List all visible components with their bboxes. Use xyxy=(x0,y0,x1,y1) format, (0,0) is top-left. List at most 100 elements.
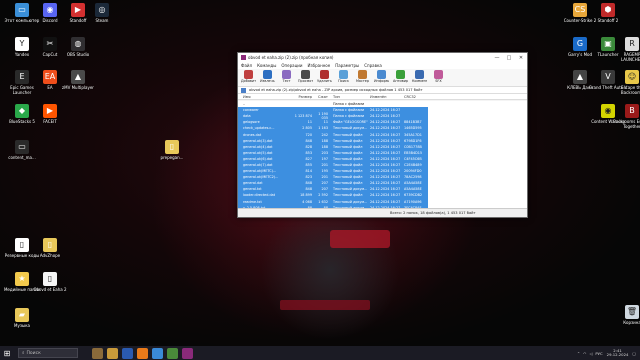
menu-item-4[interactable]: Параметры xyxy=(335,63,359,68)
start-button[interactable]: ⊞ xyxy=(0,346,14,360)
cell-type: Текстовый докум... xyxy=(333,199,368,204)
cell-size: 828 xyxy=(305,144,312,149)
col-name[interactable]: Имя xyxy=(238,95,286,99)
menu-item-3[interactable]: Избранное xyxy=(308,63,331,68)
desktop-icon-label: AdvZhope xyxy=(39,253,61,258)
cell-packed: 188 xyxy=(321,144,328,149)
cell-size: 855 xyxy=(305,162,312,167)
desktop-icon-right-10[interactable]: 🗑 Корзина xyxy=(612,305,640,325)
cell-name: loader.directed.dat xyxy=(243,193,276,198)
maximize-icon[interactable]: □ xyxy=(503,55,515,61)
toolbar-button-6[interactable]: Мастер xyxy=(355,70,370,83)
cell-type: Текстовый докум... xyxy=(333,187,368,192)
cell-name: general.ok(6).dat xyxy=(243,156,273,161)
toolbar-button-3[interactable]: Просмотр xyxy=(298,70,313,83)
cell-type: Папка с файлами xyxy=(333,108,365,113)
cell-crc: 78AC2598 xyxy=(404,175,422,180)
menu-item-0[interactable]: Файл xyxy=(241,63,252,68)
desktop-icon-right-4[interactable]: RRAGEMP LAUNCHER xyxy=(612,37,640,62)
cell-name: general.dat xyxy=(243,181,263,186)
toolbar-button-8[interactable]: Антивирус xyxy=(393,70,408,83)
clock[interactable]: 2:41 29.12.2024 xyxy=(606,348,629,358)
desktop-icon-left-18[interactable]: ▯ prepegan... xyxy=(152,140,192,160)
desktop-icon-right-1[interactable]: ⬢ Standoff 2 xyxy=(588,3,628,23)
winrar-window[interactable]: obvod et eaha.zip (2).zip (пробная копия… xyxy=(237,52,528,218)
desktop-icon-left-12[interactable]: ▭ content_ma... xyxy=(2,140,42,160)
toolbar-label: Добавить xyxy=(241,79,256,83)
desktop-icon-label: content_ma... xyxy=(8,155,36,160)
desktop-icon-label: Standoff 2 xyxy=(597,18,619,23)
taskbar-app-icon-2[interactable] xyxy=(122,347,133,359)
col-packed[interactable]: Сжат xyxy=(314,95,330,99)
toolbar-icon xyxy=(244,70,253,79)
col-modified[interactable]: Изменён xyxy=(368,95,402,99)
menu-item-5[interactable]: Справка xyxy=(364,63,382,68)
toolbar-button-5[interactable]: Поиск xyxy=(336,70,351,83)
desktop-icon-left-9[interactable]: ▲ zMV Multiplayer xyxy=(58,70,98,90)
cell-packed: 1 163 xyxy=(318,126,328,131)
search-input[interactable]: ⌕ Поиск xyxy=(18,348,78,358)
network-icon[interactable]: ◠ xyxy=(583,351,586,356)
toolbar-button-2[interactable]: Тест xyxy=(279,70,294,83)
window-titlebar[interactable]: obvod et eaha.zip (2).zip (пробная копия… xyxy=(238,53,527,62)
desktop-app-icon: ▯ xyxy=(165,140,179,154)
desktop-icon-left-17[interactable]: ▰ Музыка xyxy=(2,308,42,328)
cell-crc: 345A17D1 xyxy=(404,132,422,137)
tray-chevron-icon[interactable]: ⌃ xyxy=(577,351,580,356)
cell-packed: 242 xyxy=(321,132,328,137)
cell-type: Текстовый файл xyxy=(333,144,363,149)
cell-name: general.txt xyxy=(243,187,262,192)
desktop-icon-left-14[interactable]: ▯ AdvZhope xyxy=(30,238,70,258)
desktop-icon-label: Obsvd et Eaha 2 xyxy=(33,287,67,292)
desktop-icon-left-6[interactable]: ◍ OBS Studio xyxy=(58,37,98,57)
toolbar-icon xyxy=(434,70,443,79)
taskbar-app-icon-0[interactable] xyxy=(92,347,103,359)
tray-language[interactable]: РУС xyxy=(595,351,602,356)
col-type[interactable]: Тип xyxy=(330,95,368,99)
cell-packed: 207 xyxy=(321,187,328,192)
desktop-icon-label: Escape the Backrooms xyxy=(620,85,640,95)
col-size[interactable]: Размер xyxy=(286,95,314,99)
toolbar-button-1[interactable]: Извлечь... xyxy=(260,70,275,83)
toolbar-icon xyxy=(358,70,367,79)
clock-date: 29.12.2024 xyxy=(606,352,629,357)
cell-modified: 24.12.2024 16:27 xyxy=(370,199,401,204)
cell-modified: 24.12.2024 16:27 xyxy=(370,114,401,119)
cell-modified: 24.12.2024 16:27 xyxy=(370,175,401,180)
desktop-app-icon: B xyxy=(625,104,639,118)
taskbar-app-icon-1[interactable] xyxy=(107,347,118,359)
toolbar-button-4[interactable]: Удалить xyxy=(317,70,332,83)
taskbar-app-icon-4[interactable] xyxy=(152,347,163,359)
address-bar[interactable]: obvod et eaha.zip (2).zip\obvod et eaha … xyxy=(238,87,527,94)
desktop-icon-right-9[interactable]: BBackrooms Escape Together xyxy=(612,104,640,129)
desktop-icon-right-7[interactable]: ☺Escape the Backrooms xyxy=(612,70,640,95)
toolbar-button-0[interactable]: Добавить xyxy=(241,70,256,83)
cell-modified: 24.12.2024 16:27 xyxy=(370,132,401,137)
toolbar-button-7[interactable]: Информация xyxy=(374,70,389,83)
cell-crc: 20094FD0 xyxy=(404,169,422,174)
up-folder-icon[interactable] xyxy=(241,87,246,93)
cell-name: general.ok(METC2)... xyxy=(243,175,279,180)
menu-item-1[interactable]: Команды xyxy=(257,63,276,68)
notifications-icon[interactable]: ▢ xyxy=(632,351,636,356)
desktop-icon-left-16[interactable]: ▯ Obsvd et Eaha 2 xyxy=(30,272,70,292)
menu-item-2[interactable]: Операции xyxy=(281,63,302,68)
toolbar-button-10[interactable]: SFX xyxy=(431,70,446,83)
cell-packed: 197 xyxy=(321,156,328,161)
desktop-icon-left-11[interactable]: ▶ FACEIT xyxy=(30,104,70,124)
toolbar: Добавить Извлечь... Тест Просмотр Удалить Пои… xyxy=(238,69,527,87)
toolbar-button-9[interactable]: Комментарий xyxy=(412,70,427,83)
system-tray: ⌃ ◠ ◁ РУС 2:41 29.12.2024 ▢ xyxy=(577,346,636,360)
close-icon[interactable]: ✕ xyxy=(515,55,527,61)
file-list[interactable]: .. Папка с файлами conwarer Папка с файлами… xyxy=(238,101,527,210)
col-crc[interactable]: CRC32 xyxy=(402,95,428,99)
taskbar-app-icon-6[interactable] xyxy=(182,347,193,359)
volume-icon[interactable]: ◁ xyxy=(589,351,592,356)
cell-modified: 24.12.2024 16:27 xyxy=(370,126,401,131)
taskbar-app-icon-5[interactable] xyxy=(167,347,178,359)
desktop-icon-left-3[interactable]: ◎ Steam xyxy=(82,3,122,23)
cell-packed: 11 xyxy=(323,120,328,125)
taskbar-app-icon-3[interactable] xyxy=(137,347,148,359)
minimize-icon[interactable]: — xyxy=(491,55,503,61)
cell-modified: 24.12.2024 16:27 xyxy=(370,156,401,161)
